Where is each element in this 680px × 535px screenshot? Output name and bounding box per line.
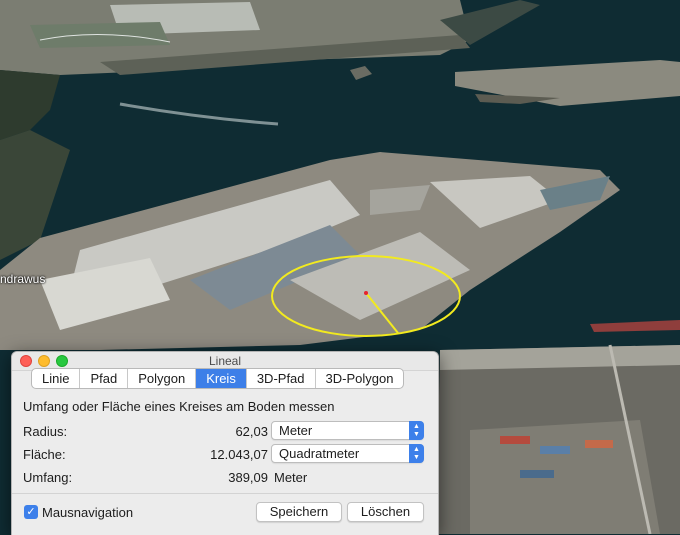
dialog-title: Lineal [208, 354, 242, 368]
close-window-button[interactable] [20, 355, 32, 367]
tab-path[interactable]: Pfad [80, 369, 129, 388]
delete-button[interactable]: Löschen [347, 502, 424, 522]
chevron-up-down-icon: ▲ ▼ [409, 421, 424, 440]
area-label: Fläche: [23, 447, 66, 462]
mouse-navigation-label[interactable]: Mausnavigation [42, 505, 133, 520]
perimeter-value: 389,09 [228, 470, 268, 485]
perimeter-unit: Meter [274, 470, 308, 485]
save-button[interactable]: Speichern [256, 502, 342, 522]
area-value: 12.043,07 [210, 447, 268, 462]
radius-value: 62,03 [235, 424, 268, 439]
measure-mode-tabs: Linie Pfad Polygon Kreis 3D-Pfad 3D-Poly… [31, 368, 405, 389]
checkmark-icon: ✓ [26, 506, 36, 518]
ruler-dialog: Lineal Linie Pfad Polygon Kreis 3D-Pfad … [11, 351, 439, 535]
zoom-window-button[interactable] [56, 355, 68, 367]
radius-unit-value: Meter [279, 423, 313, 438]
map-place-label: ndrawus [0, 272, 46, 286]
area-unit-value: Quadratmeter [279, 446, 360, 461]
tab-line[interactable]: Linie [32, 369, 81, 388]
radius-label: Radius: [23, 424, 68, 439]
chevron-up-down-icon: ▲ ▼ [409, 444, 424, 463]
measure-description: Umfang oder Fläche eines Kreises am Bode… [23, 399, 335, 414]
perimeter-label: Umfang: [23, 470, 73, 485]
tab-3d-path[interactable]: 3D-Pfad [247, 369, 316, 388]
minimize-window-button[interactable] [38, 355, 50, 367]
divider [12, 493, 438, 494]
tab-polygon[interactable]: Polygon [128, 369, 197, 388]
mouse-navigation-checkbox[interactable]: ✓ [24, 505, 38, 519]
radius-unit-select[interactable]: Meter ▲ ▼ [271, 421, 424, 440]
tab-3d-polygon[interactable]: 3D-Polygon [316, 369, 404, 388]
tab-circle[interactable]: Kreis [196, 369, 247, 388]
area-unit-select[interactable]: Quadratmeter ▲ ▼ [271, 444, 424, 463]
